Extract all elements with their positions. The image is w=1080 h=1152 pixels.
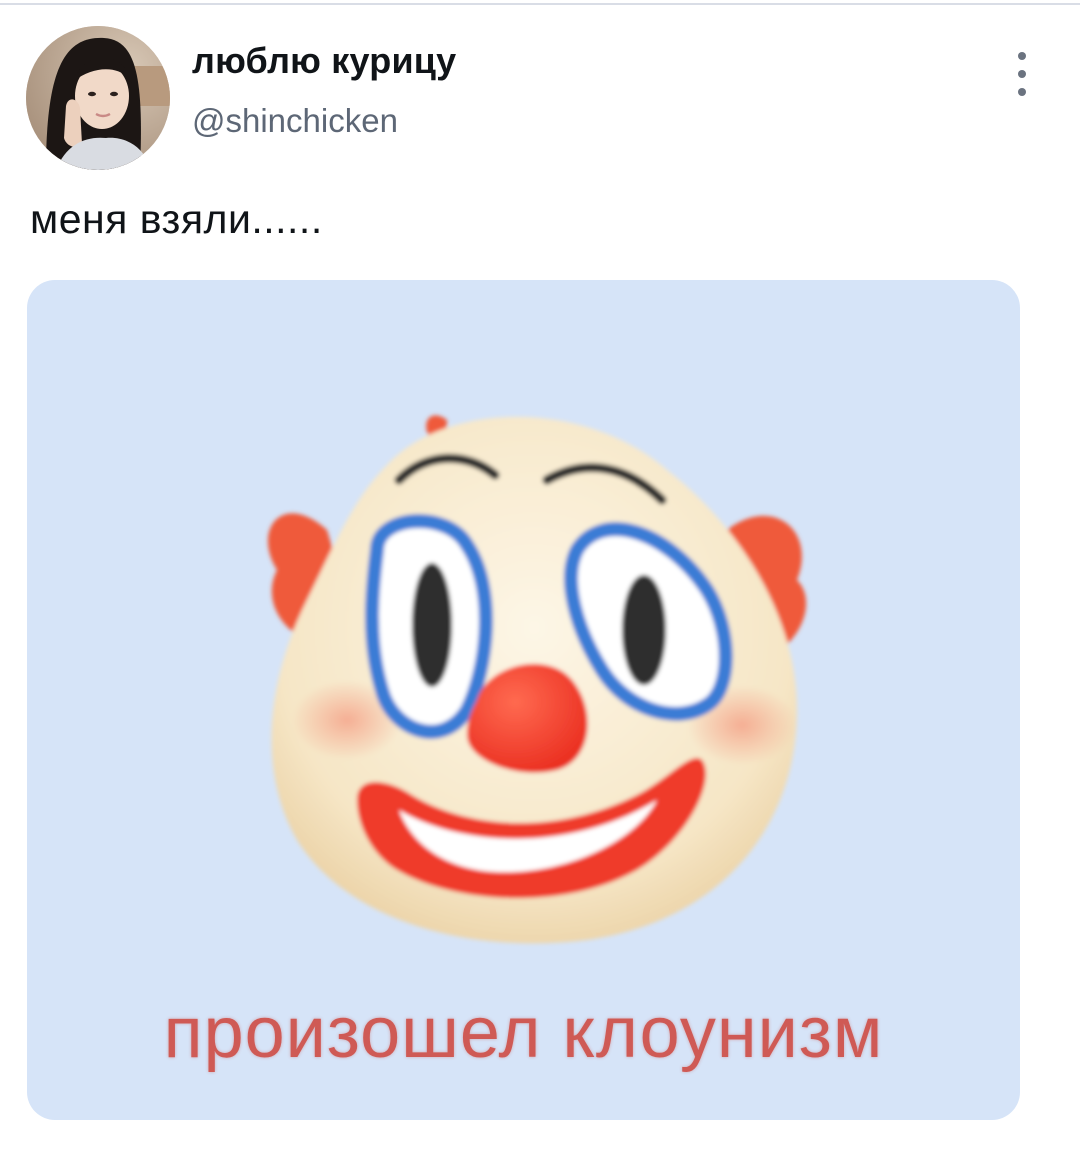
more-vertical-icon-dot bbox=[1018, 70, 1026, 78]
post-media-image[interactable]: произошел клоунизм bbox=[27, 280, 1020, 1120]
more-vertical-icon-dot bbox=[1018, 88, 1026, 96]
avatar-photo bbox=[26, 26, 170, 170]
more-vertical-icon bbox=[1018, 52, 1026, 60]
user-handle[interactable]: @shinchicken bbox=[192, 102, 398, 140]
meme-caption: произошел клоунизм bbox=[163, 993, 884, 1073]
display-name[interactable]: люблю курицу bbox=[192, 40, 456, 82]
avatar[interactable] bbox=[26, 26, 170, 170]
post-text: меня взяли...... bbox=[30, 196, 323, 242]
top-divider bbox=[0, 3, 1080, 5]
more-options-button[interactable] bbox=[1002, 52, 1042, 96]
